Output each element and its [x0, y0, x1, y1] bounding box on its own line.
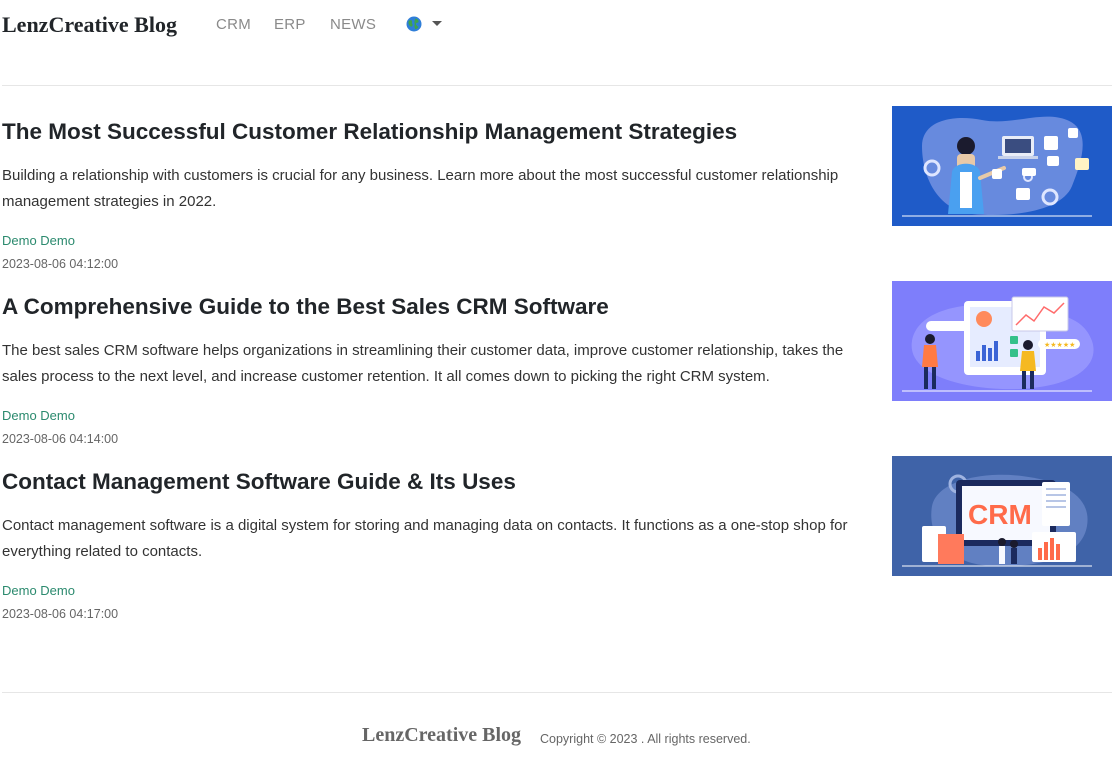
nav-link-erp[interactable]: ERP	[274, 16, 306, 33]
footer-brand[interactable]: LenzCreative Blog	[362, 724, 521, 747]
language-dropdown[interactable]	[406, 15, 442, 33]
post-thumbnail[interactable]: CRM	[892, 456, 1112, 576]
svg-text:★★★★★: ★★★★★	[1044, 341, 1075, 349]
post-excerpt: The best sales CRM software helps organi…	[2, 342, 844, 385]
post-title[interactable]: The Most Successful Customer Relationshi…	[2, 119, 737, 145]
post-title[interactable]: A Comprehensive Guide to the Best Sales …	[2, 294, 609, 320]
post-date: 2023-08-06 04:14:00	[2, 432, 119, 446]
chevron-down-icon	[432, 20, 442, 26]
post-excerpt: Building a relationship with customers i…	[2, 167, 839, 210]
crm-strategy-illustration	[892, 106, 1112, 226]
nav-link-crm[interactable]: CRM	[216, 16, 251, 33]
header-divider	[2, 85, 1112, 86]
blog-post: The Most Successful Customer Relationshi…	[2, 106, 1112, 279]
sales-crm-illustration: ★★★★★	[892, 281, 1112, 401]
post-author[interactable]: Demo Demo	[2, 408, 75, 423]
post-author[interactable]: Demo Demo	[2, 233, 75, 248]
footer-copyright: Copyright © 2023 . All rights reserved.	[540, 732, 751, 746]
post-excerpt: Contact management software is a digital…	[2, 517, 848, 560]
footer-divider	[2, 692, 1112, 693]
post-title[interactable]: Contact Management Software Guide & Its …	[2, 469, 516, 495]
post-date: 2023-08-06 04:17:00	[2, 607, 119, 621]
top-navbar: LenzCreative Blog CRM ERP NEWS	[0, 0, 1115, 52]
brand-logo[interactable]: LenzCreative Blog	[2, 12, 177, 38]
globe-icon	[406, 16, 422, 32]
post-thumbnail[interactable]: ★★★★★	[892, 281, 1112, 401]
blog-post: Contact Management Software Guide & Its …	[2, 456, 1112, 629]
post-thumbnail[interactable]	[892, 106, 1112, 226]
thumb-crm-label: CRM	[968, 499, 1032, 530]
post-date: 2023-08-06 04:12:00	[2, 257, 119, 271]
blog-post: A Comprehensive Guide to the Best Sales …	[2, 281, 1112, 454]
nav-link-news[interactable]: NEWS	[330, 16, 376, 33]
contact-management-illustration: CRM	[892, 456, 1112, 576]
post-author[interactable]: Demo Demo	[2, 583, 75, 598]
footer: LenzCreative Blog Copyright © 2023 . All…	[0, 724, 1115, 754]
